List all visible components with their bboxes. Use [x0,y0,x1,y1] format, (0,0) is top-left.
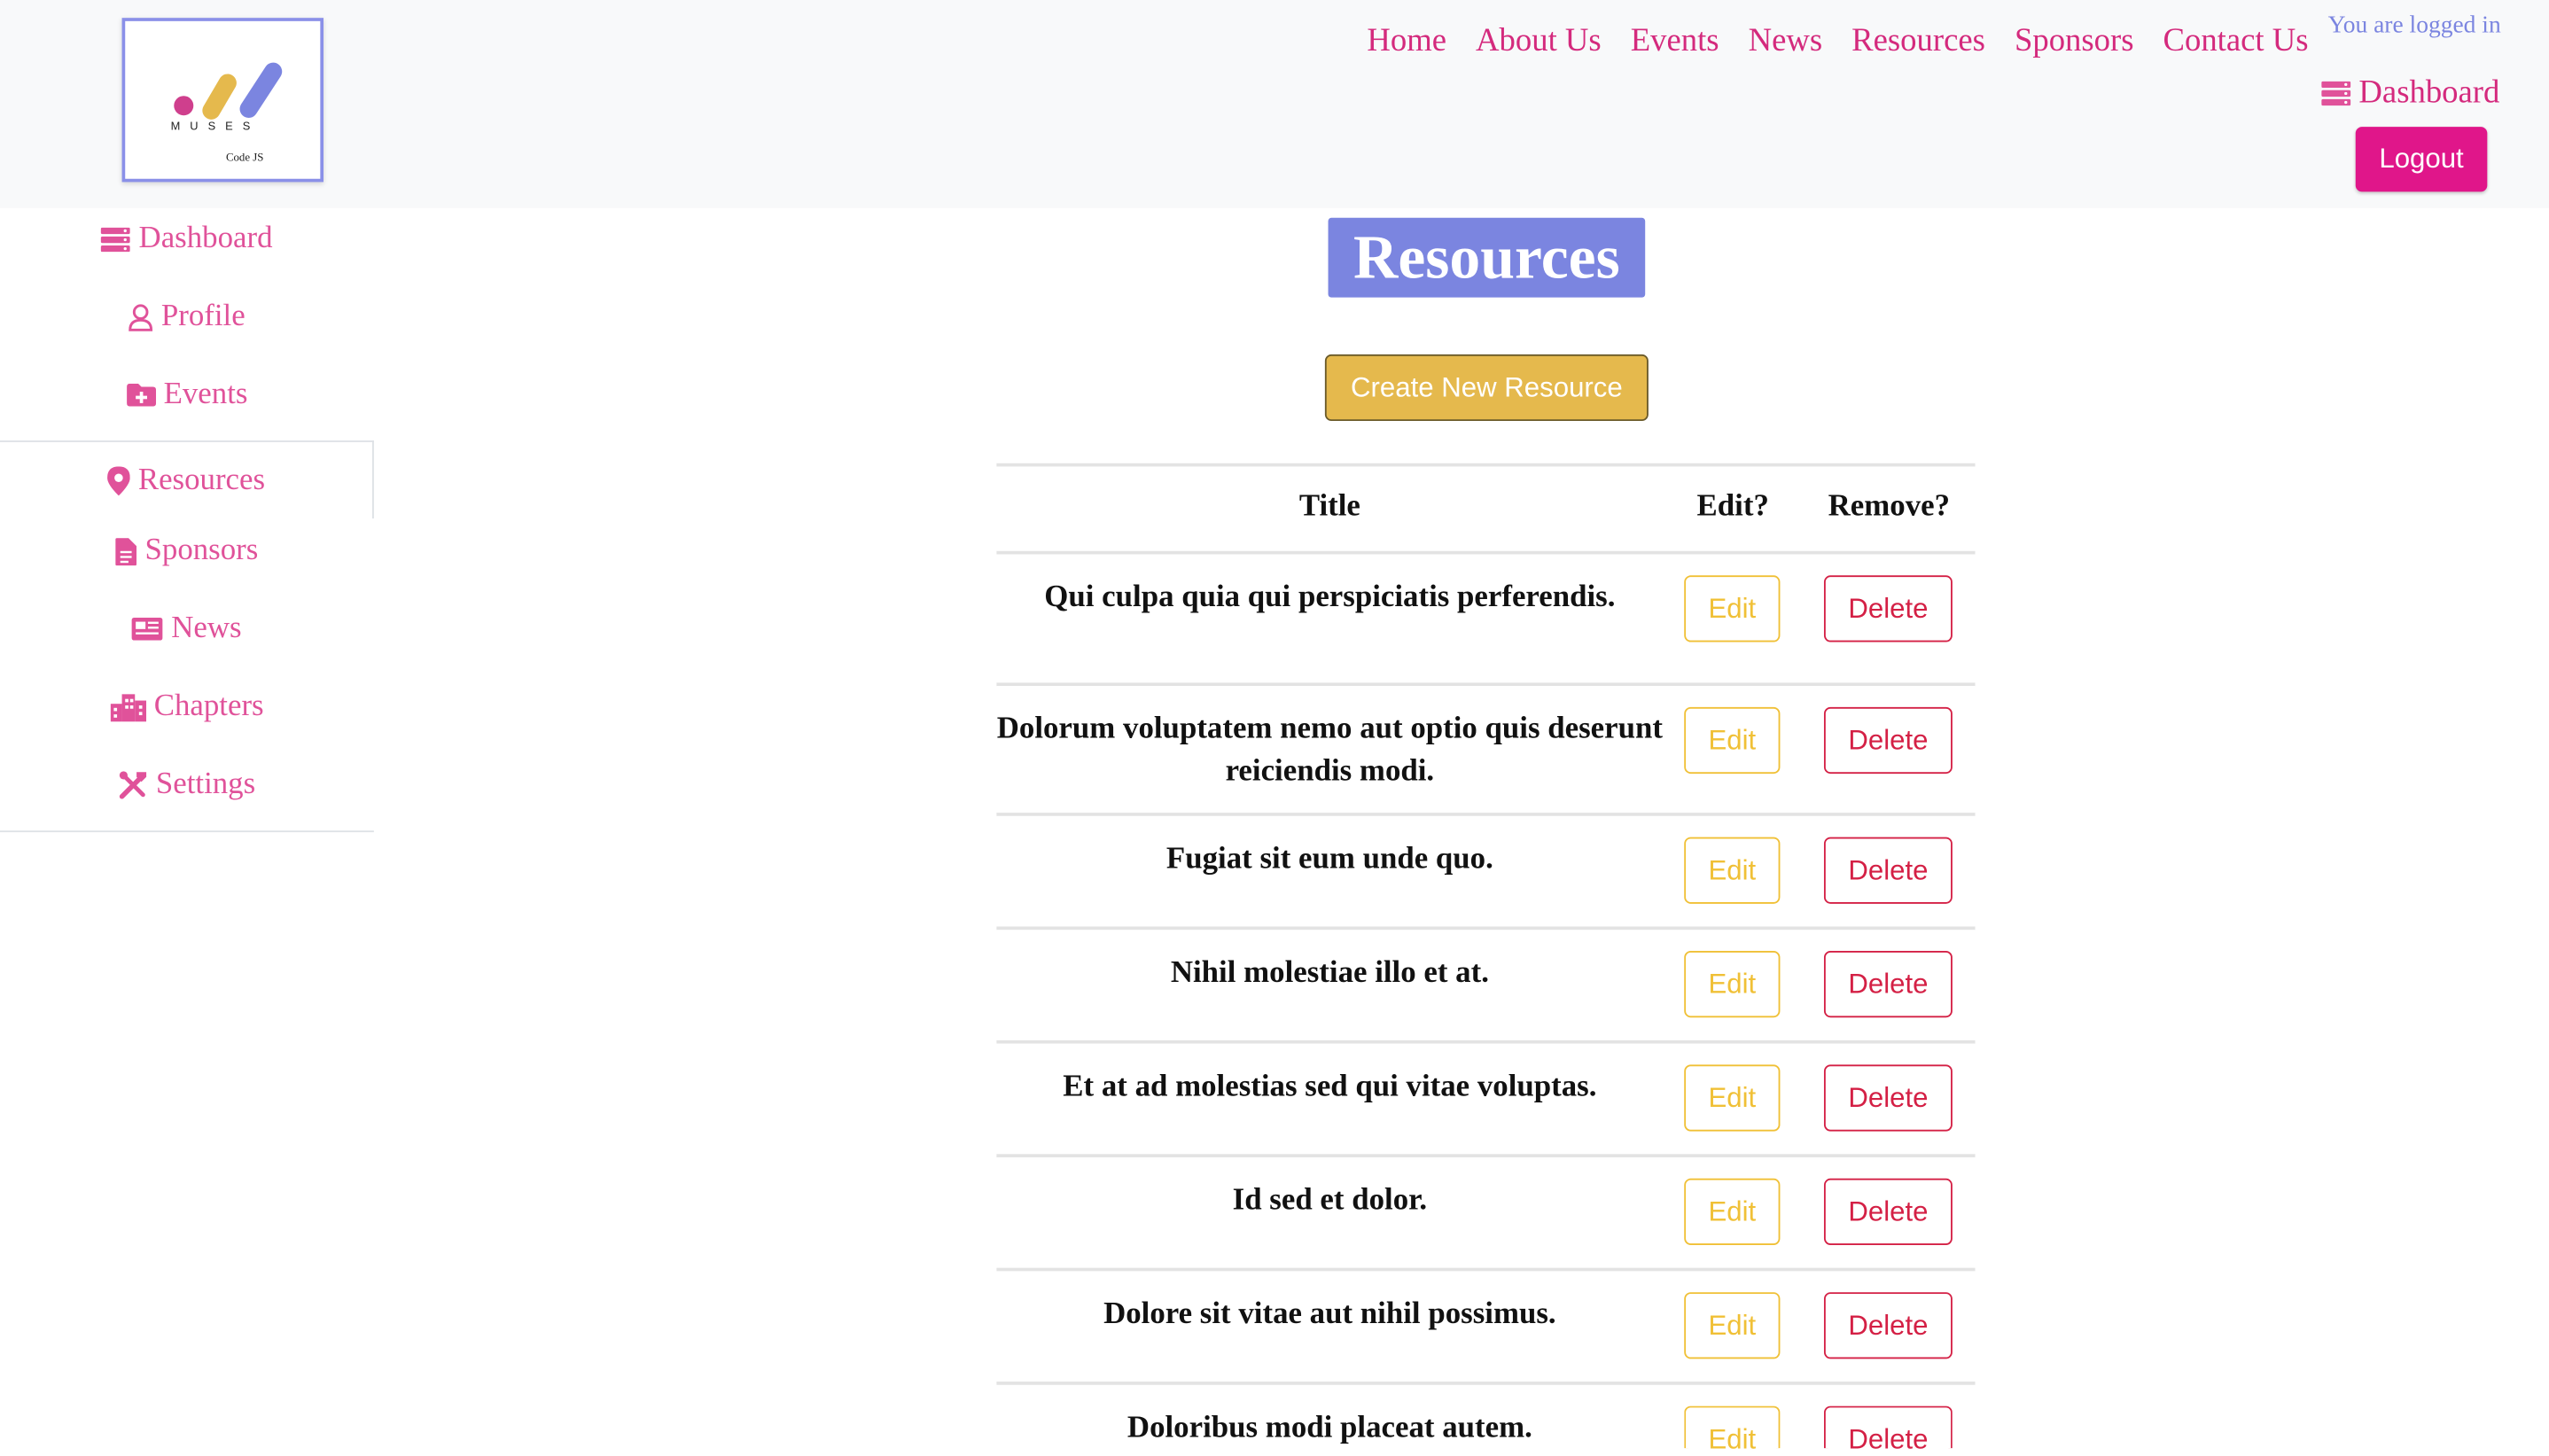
table-row: Id sed et dolor. Edit Delete [996,1157,1975,1271]
resource-title: Doloribus modi placeat autem. [1126,1411,1532,1445]
nav-home[interactable]: Home [1367,23,1446,60]
main-nav: Home About Us Events News Resources Spon… [1337,23,2308,60]
sidebar-item-resources[interactable]: Resources [0,440,374,519]
sidebar-item-dashboard[interactable]: Dashboard [0,200,374,278]
sidebar-item-news[interactable]: News [0,590,374,668]
sidebar-item-label: Resources [137,462,266,497]
table-row: Dolorum voluptatem nemo aut optio quis d… [996,686,1975,816]
logo-subtitle: Code JS [225,151,264,165]
edit-button[interactable]: Edit [1684,706,1781,775]
nav-contact-us[interactable]: Contact Us [2163,23,2309,60]
table-row: Fugiat sit eum unde quo. Edit Delete [996,816,1975,930]
sidebar-item-label: Profile [160,299,246,334]
logout-button[interactable]: Logout [2355,127,2488,192]
delete-button[interactable]: Delete [1823,1064,1953,1132]
resource-title: Et at ad molestias sed qui vitae volupta… [1063,1069,1597,1104]
nav-events[interactable]: Events [1631,23,1719,60]
table-row: Et at ad molestias sed qui vitae volupta… [996,1044,1975,1157]
edit-button[interactable]: Edit [1684,951,1781,1018]
column-header-edit: Edit? [1696,489,1769,524]
login-status: You are logged in [2327,12,2501,40]
page-title: Resources [1328,217,1646,298]
resource-title: Dolore sit vitae aut nihil possimus. [1103,1296,1556,1332]
sidebar-item-profile[interactable]: Profile [0,278,374,356]
nav-resources[interactable]: Resources [1851,23,1985,60]
edit-button[interactable]: Edit [1684,1292,1781,1359]
sidebar-item-label: Events [163,377,248,412]
nav-sponsors[interactable]: Sponsors [2015,23,2134,60]
server-icon [101,226,131,252]
delete-button[interactable]: Delete [1823,706,1953,775]
resource-title: Id sed et dolor. [1232,1183,1428,1218]
delete-button[interactable]: Delete [1823,575,1953,642]
sidebar-item-label: Settings [155,767,256,802]
header-dashboard-label: Dashboard [2358,74,2500,111]
top-navbar: MUSES Code JS Home About Us Events News … [0,0,2549,208]
edit-button[interactable]: Edit [1684,837,1781,904]
column-header-remove: Remove? [1828,489,1951,524]
table-row: Dolore sit vitae aut nihil possimus. Edi… [996,1271,1975,1384]
sidebar-divider [0,830,374,833]
city-icon [110,693,146,721]
edit-button[interactable]: Edit [1684,1178,1781,1245]
resource-title: Qui culpa quia qui perspiciatis perferen… [1044,580,1616,615]
logo-wordmark: MUSES [170,121,261,134]
sidebar-item-label: Dashboard [138,221,273,255]
folder-plus-icon [126,383,156,407]
sidebar-item-chapters[interactable]: Chapters [0,668,374,746]
user-icon [129,303,153,331]
sidebar-item-sponsors[interactable]: Sponsors [0,512,374,590]
header-dashboard-link[interactable]: Dashboard [2321,74,2499,112]
delete-button[interactable]: Delete [1823,1178,1953,1245]
sidebar-item-label: Chapters [153,689,264,724]
resource-title: Fugiat sit eum unde quo. [1165,842,1493,876]
edit-button[interactable]: Edit [1684,575,1781,642]
resource-title: Nihil molestiae illo et at. [1170,955,1489,991]
nav-about-us[interactable]: About Us [1476,23,1602,60]
sidebar-item-label: Sponsors [144,533,259,568]
delete-button[interactable]: Delete [1823,951,1953,1018]
delete-button[interactable]: Delete [1823,1405,1953,1455]
sidebar-item-label: News [171,611,242,646]
delete-button[interactable]: Delete [1823,837,1953,904]
table-row: Doloribus modi placeat autem. Edit Delet… [996,1385,1975,1455]
nav-news[interactable]: News [1749,23,1823,60]
resource-title: Dolorum voluptatem nemo aut optio quis d… [996,712,1663,789]
edit-button[interactable]: Edit [1684,1405,1781,1455]
column-header-title: Title [1298,489,1360,524]
newspaper-icon [132,617,164,641]
logo-mark-icon [174,62,283,120]
file-icon [115,537,137,565]
sidebar-item-events[interactable]: Events [0,356,374,434]
edit-button[interactable]: Edit [1684,1064,1781,1132]
map-pin-icon [106,465,130,495]
table-row: Nihil molestiae illo et at. Edit Delete [996,930,1975,1043]
server-icon [2321,81,2351,106]
tools-icon [119,771,146,799]
sidebar-item-settings[interactable]: Settings [0,746,374,824]
site-logo[interactable]: MUSES Code JS [121,18,324,183]
table-row: Qui culpa quia qui perspiciatis perferen… [996,554,1975,684]
delete-button[interactable]: Delete [1823,1292,1953,1359]
create-new-resource-button[interactable]: Create New Resource [1324,354,1649,422]
